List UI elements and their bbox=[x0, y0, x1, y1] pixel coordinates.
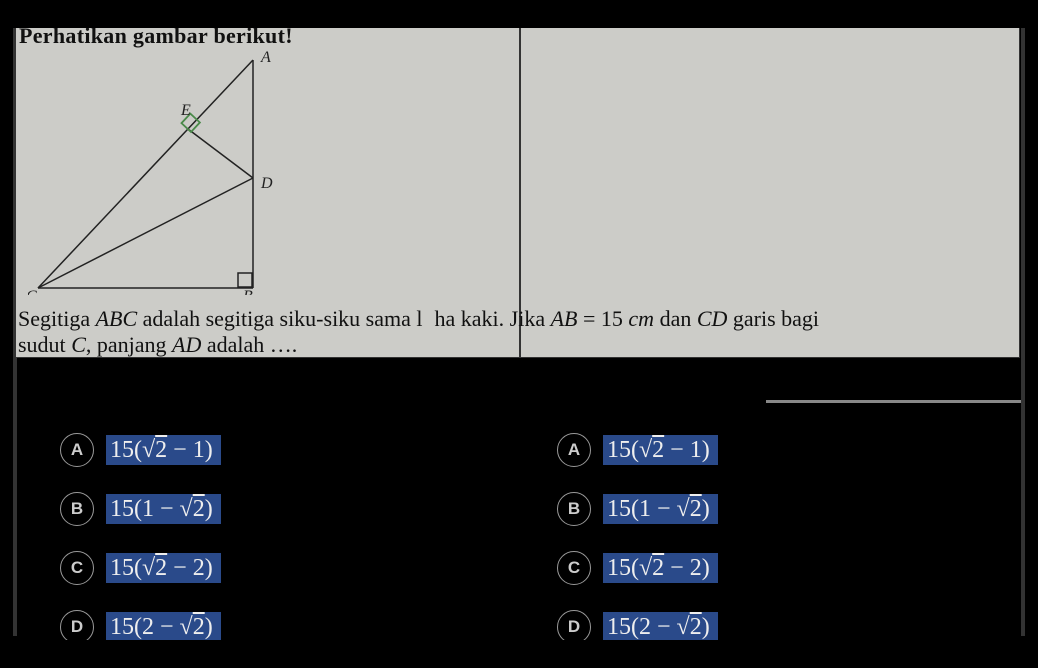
option-letter: B bbox=[557, 492, 591, 526]
option-letter: C bbox=[557, 551, 591, 585]
question-body: Segitiga ABC adalah segitiga siku-siku s… bbox=[18, 306, 1018, 359]
option-c[interactable]: C 15(√2 − 2) bbox=[557, 550, 977, 586]
option-formula: 15(1 − √2) bbox=[603, 494, 718, 524]
option-c[interactable]: C 15(√2 − 2) bbox=[60, 550, 480, 586]
vertex-c-label: C bbox=[28, 288, 37, 295]
option-formula: 15(√2 − 1) bbox=[106, 435, 221, 465]
option-letter: A bbox=[557, 433, 591, 467]
options-column-left: A 15(√2 − 1) B 15(1 − √2) C 15(√2 − 2) D… bbox=[60, 432, 480, 668]
top-black-bar bbox=[0, 0, 1038, 28]
right-border bbox=[1021, 26, 1025, 636]
option-formula: 15(√2 − 2) bbox=[106, 553, 221, 583]
options-column-right: A 15(√2 − 1) B 15(1 − √2) C 15(√2 − 2) D… bbox=[557, 432, 977, 668]
vertex-d-label: D bbox=[260, 175, 273, 192]
option-letter: B bbox=[60, 492, 94, 526]
option-formula: 15(√2 − 2) bbox=[603, 553, 718, 583]
option-a[interactable]: A 15(√2 − 1) bbox=[557, 432, 977, 468]
vertex-e-label: E bbox=[180, 102, 191, 119]
vertex-b-label: B bbox=[243, 288, 253, 295]
option-letter: C bbox=[60, 551, 94, 585]
vertex-a-label: A bbox=[260, 50, 271, 66]
option-formula: 15(2 − √2) bbox=[603, 612, 718, 642]
option-letter: D bbox=[557, 610, 591, 644]
option-formula: 15(1 − √2) bbox=[106, 494, 221, 524]
horizontal-rule bbox=[766, 400, 1021, 403]
option-a[interactable]: A 15(√2 − 1) bbox=[60, 432, 480, 468]
bottom-black-bar bbox=[0, 640, 1038, 646]
triangle-diagram: A B C D E bbox=[28, 50, 273, 295]
option-b[interactable]: B 15(1 − √2) bbox=[557, 491, 977, 527]
option-b[interactable]: B 15(1 − √2) bbox=[60, 491, 480, 527]
option-formula: 15(√2 − 1) bbox=[603, 435, 718, 465]
option-letter: A bbox=[60, 433, 94, 467]
option-formula: 15(2 − √2) bbox=[106, 612, 221, 642]
option-letter: D bbox=[60, 610, 94, 644]
